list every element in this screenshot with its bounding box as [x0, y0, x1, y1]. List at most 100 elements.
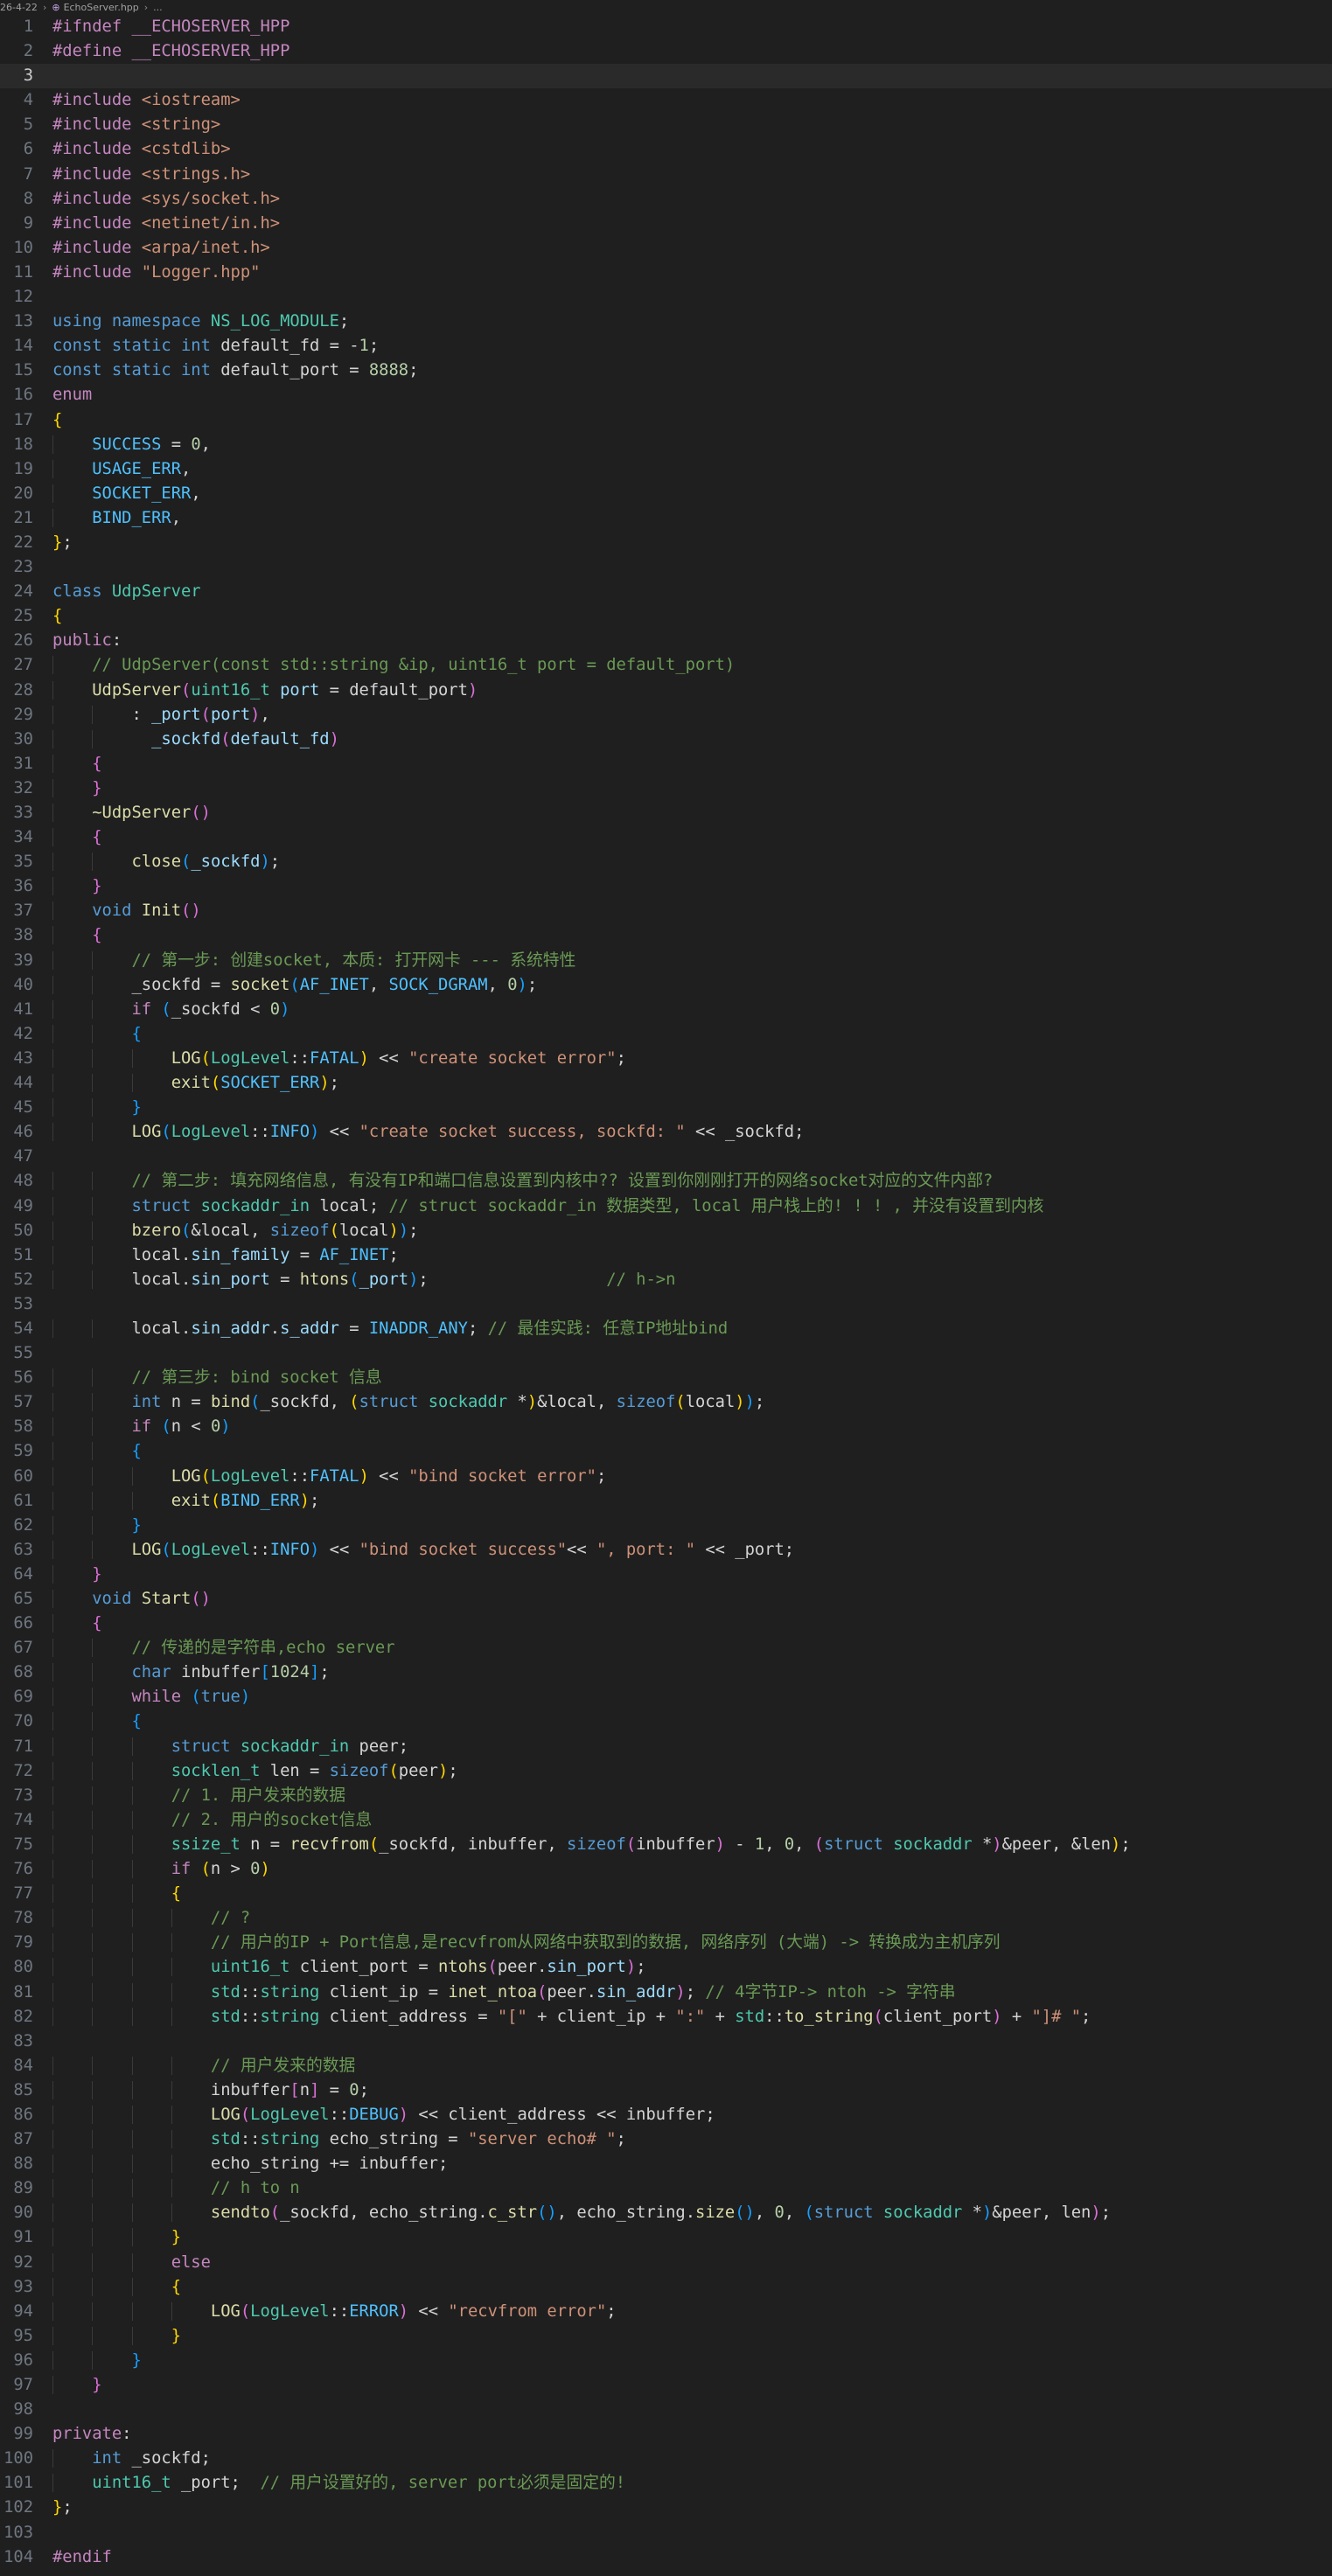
- code-line[interactable]: 83: [0, 2029, 1332, 2054]
- code-line[interactable]: 61 exit(BIND_ERR);: [0, 1489, 1332, 1514]
- code-line[interactable]: 88 echo_string += inbuffer;: [0, 2152, 1332, 2176]
- code-line[interactable]: 6 #include <cstdlib>: [0, 137, 1332, 162]
- code-line[interactable]: 70 {: [0, 1709, 1332, 1734]
- code-line[interactable]: 53: [0, 1292, 1332, 1317]
- code-line[interactable]: 19 USAGE_ERR,: [0, 457, 1332, 482]
- code-line[interactable]: 96 }: [0, 2349, 1332, 2373]
- code-line[interactable]: 58 if (n < 0): [0, 1415, 1332, 1439]
- code-line[interactable]: 13 using namespace NS_LOG_MODULE;: [0, 310, 1332, 334]
- code-line[interactable]: 48 // 第二步: 填充网络信息, 有没有IP和端口信息设置到内核中?? 设置…: [0, 1169, 1332, 1194]
- code-line[interactable]: 3: [0, 64, 1332, 89]
- code-line[interactable]: 2 #define __ECHOSERVER_HPP: [0, 39, 1332, 64]
- code-line[interactable]: 93 {: [0, 2275, 1332, 2300]
- code-line[interactable]: 37 void Init(): [0, 899, 1332, 923]
- code-line[interactable]: 101 uint16_t _port; // 用户设置好的, server po…: [0, 2471, 1332, 2496]
- code-line[interactable]: 73 // 1. 用户发来的数据: [0, 1784, 1332, 1808]
- code-line[interactable]: 62 }: [0, 1514, 1332, 1538]
- code-line[interactable]: 20 SOCKET_ERR,: [0, 482, 1332, 506]
- code-line[interactable]: 90 sendto(_sockfd, echo_string.c_str(), …: [0, 2201, 1332, 2225]
- code-line[interactable]: 5 #include <string>: [0, 113, 1332, 137]
- code-line[interactable]: 1 #ifndef __ECHOSERVER_HPP: [0, 15, 1332, 39]
- code-line[interactable]: 55: [0, 1341, 1332, 1366]
- code-line[interactable]: 15 const static int default_port = 8888;: [0, 359, 1332, 383]
- code-line[interactable]: 47: [0, 1145, 1332, 1169]
- code-line[interactable]: 24 class UdpServer: [0, 580, 1332, 604]
- code-line[interactable]: 94 LOG(LogLevel::ERROR) << "recvfrom err…: [0, 2300, 1332, 2324]
- code-line[interactable]: 14 const static int default_fd = -1;: [0, 334, 1332, 359]
- breadcrumb-symbol[interactable]: ...: [153, 2, 163, 13]
- code-line[interactable]: 44 exit(SOCKET_ERR);: [0, 1071, 1332, 1096]
- code-line[interactable]: 103: [0, 2521, 1332, 2545]
- code-line[interactable]: 87 std::string echo_string = "server ech…: [0, 2127, 1332, 2152]
- code-line[interactable]: 38 {: [0, 923, 1332, 948]
- code-line[interactable]: 57 int n = bind(_sockfd, (struct sockadd…: [0, 1390, 1332, 1415]
- code-line[interactable]: 79 // 用户的IP + Port信息,是recvfrom从网络中获取到的数据…: [0, 1931, 1332, 1955]
- code-line[interactable]: 72 socklen_t len = sizeof(peer);: [0, 1759, 1332, 1784]
- code-line[interactable]: 76 if (n > 0): [0, 1857, 1332, 1882]
- code-line[interactable]: 63 LOG(LogLevel::INFO) << "bind socket s…: [0, 1538, 1332, 1563]
- code-line[interactable]: 41 if (_sockfd < 0): [0, 998, 1332, 1022]
- code-line[interactable]: 59 {: [0, 1439, 1332, 1464]
- code-line[interactable]: 64 }: [0, 1563, 1332, 1587]
- code-line[interactable]: 29 : _port(port),: [0, 703, 1332, 728]
- code-line[interactable]: 98: [0, 2398, 1332, 2422]
- code-line[interactable]: 32 }: [0, 776, 1332, 801]
- code-line[interactable]: 69 while (true): [0, 1685, 1332, 1709]
- code-line[interactable]: 30 _sockfd(default_fd): [0, 728, 1332, 752]
- breadcrumb-file[interactable]: EchoServer.hpp: [64, 2, 139, 13]
- code-line[interactable]: 46 LOG(LogLevel::INFO) << "create socket…: [0, 1120, 1332, 1145]
- code-line[interactable]: 75 ssize_t n = recvfrom(_sockfd, inbuffe…: [0, 1833, 1332, 1857]
- code-line[interactable]: 54 local.sin_addr.s_addr = INADDR_ANY; /…: [0, 1317, 1332, 1341]
- code-line[interactable]: 35 close(_sockfd);: [0, 850, 1332, 874]
- code-line[interactable]: 99 private:: [0, 2422, 1332, 2447]
- code-line[interactable]: 4 #include <iostream>: [0, 88, 1332, 113]
- code-line[interactable]: 50 bzero(&local, sizeof(local));: [0, 1219, 1332, 1243]
- code-line[interactable]: 60 LOG(LogLevel::FATAL) << "bind socket …: [0, 1465, 1332, 1489]
- code-line[interactable]: 8 #include <sys/socket.h>: [0, 187, 1332, 212]
- code-line[interactable]: 17 {: [0, 408, 1332, 433]
- code-line[interactable]: 104 #endif: [0, 2545, 1332, 2570]
- code-line[interactable]: 81 std::string client_ip = inet_ntoa(pee…: [0, 1981, 1332, 2005]
- code-line[interactable]: 43 LOG(LogLevel::FATAL) << "create socke…: [0, 1047, 1332, 1071]
- code-line[interactable]: 27 // UdpServer(const std::string &ip, u…: [0, 653, 1332, 678]
- code-line[interactable]: 84 // 用户发来的数据: [0, 2054, 1332, 2078]
- breadcrumb-folder[interactable]: 26-4-22: [0, 2, 38, 13]
- code-line[interactable]: 33 ~UdpServer(): [0, 801, 1332, 825]
- code-line[interactable]: 67 // 传递的是字符串,echo server: [0, 1636, 1332, 1660]
- code-line[interactable]: 21 BIND_ERR,: [0, 506, 1332, 531]
- code-line[interactable]: 52 local.sin_port = htons(_port); // h->…: [0, 1268, 1332, 1292]
- code-line[interactable]: 7 #include <strings.h>: [0, 163, 1332, 187]
- code-line[interactable]: 42 {: [0, 1022, 1332, 1047]
- code-line[interactable]: 77 {: [0, 1882, 1332, 1906]
- code-line[interactable]: 91 }: [0, 2225, 1332, 2250]
- code-line[interactable]: 68 char inbuffer[1024];: [0, 1660, 1332, 1685]
- code-line[interactable]: 71 struct sockaddr_in peer;: [0, 1735, 1332, 1759]
- code-line[interactable]: 11 #include "Logger.hpp": [0, 261, 1332, 285]
- code-line[interactable]: 12: [0, 285, 1332, 310]
- code-line[interactable]: 28 UdpServer(uint16_t port = default_por…: [0, 679, 1332, 703]
- code-line[interactable]: 25 {: [0, 604, 1332, 629]
- code-line[interactable]: 80 uint16_t client_port = ntohs(peer.sin…: [0, 1955, 1332, 1980]
- code-line[interactable]: 92 else: [0, 2251, 1332, 2275]
- code-line[interactable]: 45 }: [0, 1096, 1332, 1120]
- code-editor[interactable]: 1 #ifndef __ECHOSERVER_HPP 2 #define __ECHO…: [0, 15, 1332, 2570]
- code-line[interactable]: 49 struct sockaddr_in local; // struct s…: [0, 1194, 1332, 1219]
- code-line[interactable]: 78 // ?: [0, 1906, 1332, 1931]
- code-line[interactable]: 95 }: [0, 2324, 1332, 2349]
- code-line[interactable]: 16 enum: [0, 383, 1332, 407]
- code-line[interactable]: 34 {: [0, 825, 1332, 850]
- code-line[interactable]: 10 #include <arpa/inet.h>: [0, 236, 1332, 261]
- code-line[interactable]: 56 // 第三步: bind socket 信息: [0, 1366, 1332, 1390]
- code-line[interactable]: 89 // h to n: [0, 2176, 1332, 2201]
- code-line[interactable]: 100 int _sockfd;: [0, 2447, 1332, 2471]
- code-line[interactable]: 23: [0, 555, 1332, 580]
- code-line[interactable]: 51 local.sin_family = AF_INET;: [0, 1243, 1332, 1268]
- code-line[interactable]: 66 {: [0, 1612, 1332, 1636]
- code-line[interactable]: 18 SUCCESS = 0,: [0, 433, 1332, 457]
- code-line[interactable]: 85 inbuffer[n] = 0;: [0, 2078, 1332, 2103]
- code-line[interactable]: 39 // 第一步: 创建socket, 本质: 打开网卡 --- 系统特性: [0, 949, 1332, 973]
- code-line[interactable]: 102};: [0, 2496, 1332, 2520]
- code-line[interactable]: 82 std::string client_address = "[" + cl…: [0, 2005, 1332, 2029]
- code-line[interactable]: 36 }: [0, 874, 1332, 899]
- code-line[interactable]: 65 void Start(): [0, 1587, 1332, 1612]
